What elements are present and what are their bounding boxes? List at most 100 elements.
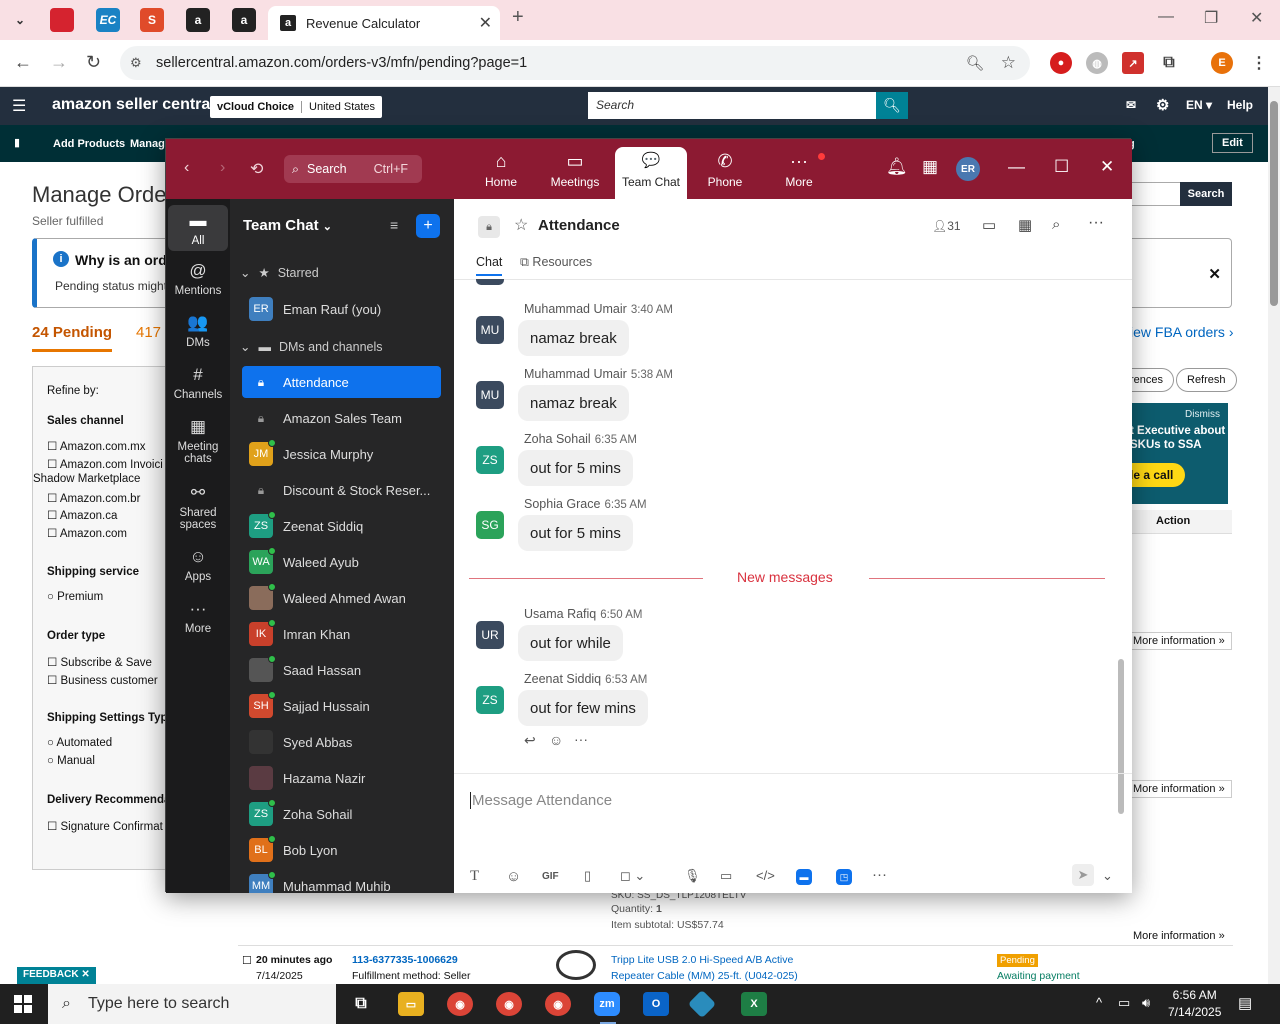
message[interactable]: MU Muhammad Umair 3:40 AM namaz break bbox=[476, 302, 1076, 358]
calendar-icon[interactable]: ▦ bbox=[922, 157, 938, 177]
rail-mentions[interactable]: @ Mentions bbox=[168, 261, 228, 297]
chrome-menu-icon[interactable]: ⋮ bbox=[1248, 52, 1270, 74]
message-more-icon[interactable]: ··· bbox=[574, 731, 588, 747]
chrome-profile-icon[interactable]: ◉ bbox=[545, 992, 571, 1016]
list-item-saad-hassan[interactable]: Saad Hassan bbox=[242, 654, 441, 686]
message-bubble[interactable]: out for 5 mins bbox=[518, 515, 633, 551]
list-item-waleed-ayub[interactable]: WA Waleed Ayub bbox=[242, 546, 441, 578]
task-view-icon[interactable]: ⧉ bbox=[348, 992, 374, 1016]
team-chat-dropdown[interactable]: Team Chat ⌄ bbox=[243, 217, 332, 234]
settings-radio[interactable]: ○ Manual bbox=[47, 755, 95, 767]
format-text-icon[interactable]: T bbox=[470, 868, 479, 885]
volume-icon[interactable]: 🔊︎ bbox=[1142, 995, 1150, 1011]
mail-icon[interactable]: ✉ bbox=[1126, 98, 1136, 112]
rail-more[interactable]: ··· More bbox=[168, 599, 228, 635]
message-bubble[interactable]: out for 5 mins bbox=[518, 450, 633, 486]
message-bubble[interactable]: out for few mins bbox=[518, 690, 648, 726]
hamburger-menu-icon[interactable]: ☰ bbox=[12, 96, 26, 116]
message-input[interactable]: Message Attendance bbox=[470, 792, 612, 809]
message-composer[interactable]: Message Attendance T ☺ GIF ▯ ◻ ⌄ 🎙︎ ▭ </… bbox=[454, 773, 1132, 893]
extension-pdf-icon[interactable]: ↗ bbox=[1122, 52, 1144, 74]
refresh-button[interactable]: Refresh bbox=[1176, 368, 1237, 392]
tab-amazon-2[interactable]: a bbox=[232, 8, 256, 32]
zoom-maximize-icon[interactable]: ☐ bbox=[1054, 157, 1069, 177]
list-item-sajjad-hussain[interactable]: SH Sajjad Hussain bbox=[242, 690, 441, 722]
dms-section[interactable]: ⌄ ▬ DMs and channels bbox=[240, 339, 383, 355]
list-item-amazon-sales-team[interactable]: 🔒︎ Amazon Sales Team bbox=[242, 402, 441, 434]
tray-chevron-icon[interactable]: ^ bbox=[1096, 995, 1102, 1010]
zoom-minimize-icon[interactable]: — bbox=[1008, 157, 1025, 177]
order-search-button[interactable]: Search bbox=[1180, 182, 1232, 206]
edit-nav-button[interactable]: Edit bbox=[1212, 133, 1253, 153]
emoji-icon[interactable]: ☺ bbox=[506, 868, 521, 885]
zoom-lens-icon[interactable]: 🔍︎ bbox=[966, 55, 984, 72]
forward-icon[interactable]: → bbox=[50, 52, 68, 73]
zoom-search-input[interactable]: ⌕ Search Ctrl+F bbox=[284, 155, 422, 183]
list-item-imran-khan[interactable]: IK Imran Khan bbox=[242, 618, 441, 650]
list-item-syed-abbas[interactable]: Syed Abbas bbox=[242, 726, 441, 758]
zoom-app-icon[interactable]: zm bbox=[594, 992, 620, 1016]
extensions-puzzle-icon[interactable]: ⧉ bbox=[1158, 52, 1180, 74]
code-snippet-icon[interactable]: </> bbox=[756, 868, 775, 883]
language-select[interactable]: EN ▾ bbox=[1186, 98, 1212, 112]
new-chat-button[interactable]: + bbox=[416, 214, 440, 238]
settings-radio[interactable]: ○ Automated bbox=[47, 737, 112, 749]
channel-option[interactable]: ☐ Amazon.com Invoici bbox=[47, 457, 163, 471]
message[interactable]: UR Usama Rafiq 6:50 AM out for while bbox=[476, 607, 1076, 663]
extension-globe-icon[interactable]: ◍ bbox=[1086, 52, 1108, 74]
windows-start-icon[interactable] bbox=[14, 995, 32, 1013]
tab-search-icon[interactable]: ⌄ bbox=[8, 8, 32, 32]
tab-meetings[interactable]: ▭ Meetings bbox=[539, 147, 611, 199]
zoom-user-avatar[interactable]: ER bbox=[956, 157, 980, 181]
more-info-button[interactable]: More information » bbox=[1130, 780, 1232, 798]
send-options-chevron-icon[interactable]: ⌄ bbox=[1102, 868, 1113, 884]
minimize-icon[interactable]: — bbox=[1158, 8, 1174, 26]
order-type-option[interactable]: ☐ Subscribe & Save bbox=[47, 655, 152, 669]
chrome-profile-icon[interactable]: ◉ bbox=[496, 992, 522, 1016]
amazon-search-input[interactable]: Search bbox=[588, 92, 878, 119]
order-type-option[interactable]: ☐ Business customer bbox=[47, 673, 158, 687]
settings-gear-icon[interactable]: ⚙ bbox=[1156, 96, 1169, 114]
schedule-icon[interactable]: ▦ bbox=[1018, 216, 1032, 234]
feedback-button[interactable]: FEEDBACK ✕ bbox=[17, 967, 96, 984]
tab-resources[interactable]: ⧉ Resources bbox=[520, 255, 592, 270]
rail-shared-spaces[interactable]: ⚯ Shared spaces bbox=[168, 483, 228, 531]
amazon-search-icon[interactable]: 🔍︎ bbox=[876, 92, 908, 119]
chrome-icon[interactable]: ◉ bbox=[447, 992, 473, 1016]
back-icon[interactable]: ← bbox=[14, 52, 32, 73]
message-bubble[interactable]: namaz break bbox=[518, 385, 629, 421]
app-icon-1[interactable]: ▬ bbox=[796, 869, 812, 885]
tab-ec[interactable]: EC bbox=[96, 8, 120, 32]
bookmark-star-icon[interactable]: ☆ bbox=[1001, 53, 1016, 73]
tab-chat[interactable]: Chat bbox=[476, 255, 503, 276]
order-checkbox[interactable]: ☐ bbox=[242, 954, 252, 967]
extension-red-icon[interactable]: ● bbox=[1050, 52, 1072, 74]
close-window-icon[interactable]: ✕ bbox=[1250, 8, 1263, 28]
new-tab-icon[interactable]: + bbox=[512, 6, 524, 29]
product-link-line1[interactable]: Tripp Lite USB 2.0 Hi-Speed A/B Active bbox=[611, 954, 793, 966]
site-info-icon[interactable]: ⚙ bbox=[130, 55, 142, 71]
more-info-button[interactable]: More information » bbox=[1130, 632, 1232, 650]
list-item-bob-lyon[interactable]: BL Bob Lyon bbox=[242, 834, 441, 866]
restore-icon[interactable]: ❐ bbox=[1204, 8, 1218, 28]
app-icon-2[interactable]: ◳ bbox=[836, 869, 852, 885]
bookmark-nav-icon[interactable]: ▮ bbox=[14, 136, 20, 149]
members-count[interactable]: 👤︎31 bbox=[932, 219, 961, 233]
view-fba-link[interactable]: iew FBA orders › bbox=[1130, 324, 1233, 340]
rail-all[interactable]: ▬ All bbox=[168, 205, 228, 251]
order-id-link[interactable]: 113-6377335-1006629 bbox=[352, 954, 458, 966]
url-field[interactable]: ⚙ sellercentral.amazon.com/orders-v3/mfn… bbox=[120, 46, 1030, 80]
notifications-icon[interactable]: ▤ bbox=[1238, 994, 1252, 1012]
signature-option[interactable]: ☐ Signature Confirmat bbox=[47, 819, 163, 833]
channel-option[interactable]: ☐ Amazon.com.br bbox=[47, 491, 140, 505]
network-icon[interactable]: ▭ bbox=[1118, 995, 1130, 1011]
promo-dismiss[interactable]: Dismiss bbox=[1185, 409, 1220, 420]
gif-icon[interactable]: GIF bbox=[542, 871, 559, 882]
channel-option[interactable]: ☐ Amazon.ca bbox=[47, 508, 117, 522]
bell-icon[interactable]: 🔔︎ bbox=[886, 157, 908, 177]
history-icon[interactable]: ⟲ bbox=[250, 159, 263, 179]
list-item-muhammad-muhib[interactable]: MM Muhammad Muhib bbox=[242, 870, 441, 893]
dismiss-banner-icon[interactable]: ✕ bbox=[1208, 265, 1221, 283]
list-item-eman-rauf[interactable]: ER Eman Rauf (you) bbox=[242, 293, 441, 325]
channel-option[interactable]: ☐ Amazon.com bbox=[47, 526, 127, 540]
